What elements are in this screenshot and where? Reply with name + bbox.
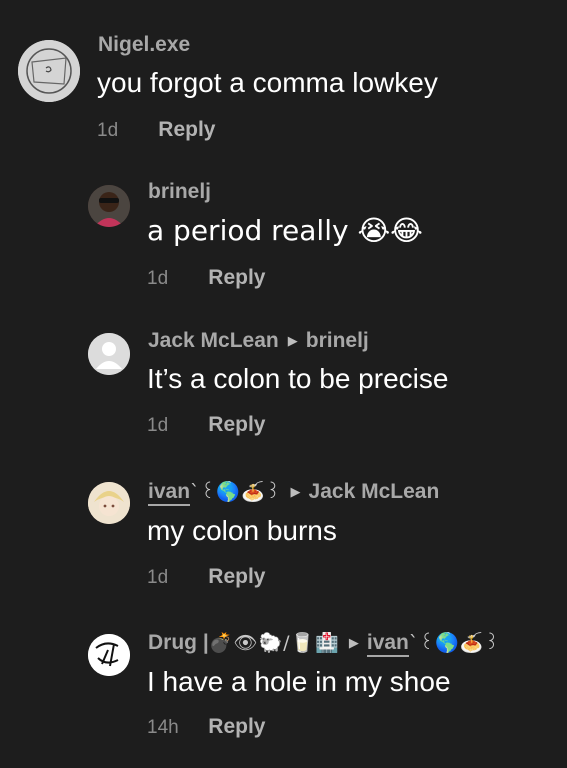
- photo-avatar-icon: [88, 185, 130, 227]
- avatar[interactable]: [18, 40, 80, 102]
- avatar[interactable]: [88, 333, 130, 375]
- sketch-avatar-icon: [88, 634, 130, 676]
- comment-meta: 1d Reply: [147, 566, 265, 589]
- comment-username[interactable]: ivanˋ꒰🌎🍝꒱ ▶ Jack McLean: [148, 480, 440, 506]
- comment-time: 1d: [147, 415, 169, 436]
- comment-username[interactable]: brinelj: [148, 180, 211, 204]
- username-decoration: ˋ꒰🌎🍝꒱: [190, 481, 282, 503]
- reply-button[interactable]: Reply: [208, 266, 265, 289]
- reply-arrow-icon: ▶: [287, 333, 298, 348]
- comment-time: 1d: [97, 120, 119, 141]
- comment-username[interactable]: Drug |💣👁🐑/🥛🏥 ▶ ivanˋ꒰🌎🍝꒱: [148, 631, 501, 657]
- comment-time: 1d: [147, 268, 169, 289]
- comment-meta: 1d Reply: [147, 414, 265, 437]
- avatar[interactable]: [88, 482, 130, 524]
- comment-time: 14h: [147, 717, 179, 738]
- reply-button[interactable]: Reply: [208, 565, 265, 588]
- reply-arrow-icon: ▶: [348, 635, 359, 650]
- reply-button[interactable]: Reply: [158, 118, 215, 141]
- comment-text: you forgot a comma lowkey: [97, 67, 438, 98]
- comment-text: my colon burns: [147, 515, 337, 546]
- comment-meta: 1d Reply: [147, 267, 265, 290]
- reply-to-decoration: ˋ꒰🌎🍝꒱: [408, 632, 501, 654]
- reply-button[interactable]: Reply: [208, 715, 265, 738]
- reply-to-username[interactable]: ivan: [366, 631, 409, 657]
- comment-username[interactable]: Jack McLean ▶ brinelj: [148, 329, 369, 353]
- anime-avatar-icon: [88, 482, 130, 524]
- username-decoration: 💣👁🐑/🥛🏥: [208, 632, 340, 654]
- reply-to-username[interactable]: Jack McLean: [309, 480, 440, 503]
- comment-username[interactable]: Nigel.exe: [98, 33, 190, 57]
- default-user-icon: [88, 333, 130, 375]
- comment-text: I have a hole in my shoe: [147, 666, 451, 697]
- comment-time: 1d: [147, 567, 169, 588]
- comment-text: a period really 😭😂: [147, 214, 423, 247]
- reply-to-username[interactable]: brinelj: [306, 329, 369, 352]
- avatar[interactable]: [88, 634, 130, 676]
- comment-meta: 1d Reply: [97, 119, 215, 142]
- reply-button[interactable]: Reply: [208, 413, 265, 436]
- comment-meta: 14h Reply: [147, 716, 265, 739]
- comment-text: It’s a colon to be precise: [147, 363, 449, 394]
- sketch-avatar-icon: [18, 40, 80, 102]
- reply-arrow-icon: ▶: [290, 484, 301, 499]
- avatar[interactable]: [88, 185, 130, 227]
